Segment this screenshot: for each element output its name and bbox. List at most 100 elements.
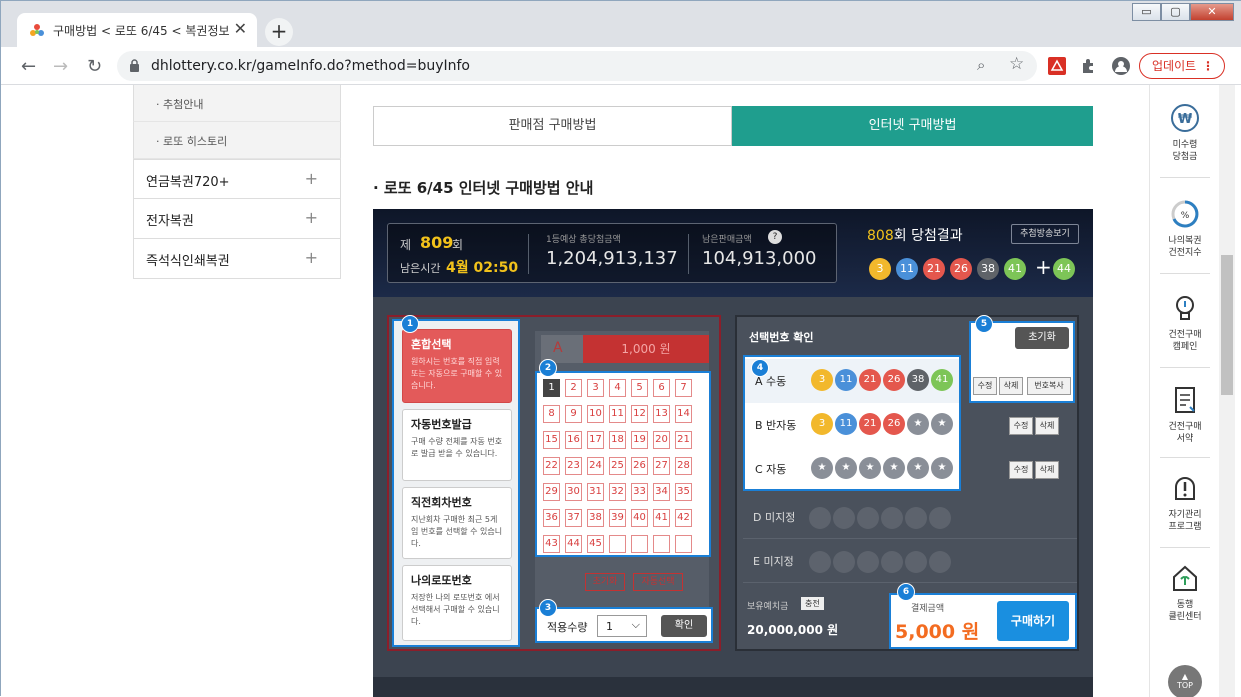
quick-item[interactable]: 자기관리 프로그램 bbox=[1150, 455, 1220, 543]
number-cell[interactable]: 7 bbox=[675, 379, 692, 397]
number-cell[interactable]: 30 bbox=[565, 483, 582, 501]
browser-tab[interactable]: 구매방법 < 로또 6/45 < 복권정보 ✕ bbox=[17, 13, 257, 47]
grid-auto-button[interactable]: 자동선택 bbox=[633, 573, 683, 591]
number-cell[interactable]: 28 bbox=[675, 457, 692, 475]
quick-item[interactable]: 동행 클린센터 bbox=[1150, 545, 1220, 633]
new-tab-button[interactable]: + bbox=[265, 18, 293, 46]
quick-item[interactable]: 건전구매 캠페인 bbox=[1150, 275, 1220, 363]
number-cell[interactable]: 33 bbox=[631, 483, 648, 501]
number-cell[interactable]: 25 bbox=[609, 457, 626, 475]
buy-button[interactable]: 구매하기 bbox=[997, 601, 1069, 641]
qty-select[interactable]: 1 ⌵ bbox=[597, 615, 647, 637]
number-cell[interactable]: 19 bbox=[631, 431, 648, 449]
number-cell[interactable]: 41 bbox=[653, 509, 670, 527]
scroll-top-button[interactable]: ▲ TOP bbox=[1168, 665, 1202, 697]
submenu-item[interactable]: · 로또 히스토리 bbox=[133, 122, 341, 159]
number-cell[interactable]: 27 bbox=[653, 457, 670, 475]
quick-item[interactable]: % 나의복권 건전지수 bbox=[1150, 181, 1220, 269]
number-cell[interactable]: 10 bbox=[587, 405, 604, 423]
option-my-numbers[interactable]: 나의로또번호 저장한 나의 로또번호 에서 선택해서 구매할 수 있습니다. bbox=[402, 565, 512, 641]
submenu-item[interactable]: · 추첨안내 bbox=[133, 85, 341, 122]
scrollbar-thumb[interactable] bbox=[1221, 255, 1233, 395]
tab-store-purchase[interactable]: 판매점 구매방법 bbox=[373, 106, 732, 146]
number-cell[interactable]: 5 bbox=[631, 379, 648, 397]
profile-avatar-icon[interactable] bbox=[1111, 56, 1131, 76]
delete-button[interactable]: 삭제 bbox=[1035, 417, 1059, 435]
number-cell[interactable]: 1 bbox=[543, 379, 560, 397]
number-cell[interactable]: 44 bbox=[565, 535, 582, 553]
plus-icon[interactable]: + bbox=[305, 208, 318, 227]
menu-item-instant[interactable]: 즉석식인쇄복권 + bbox=[133, 239, 341, 279]
minimize-button[interactable]: ▭ bbox=[1132, 3, 1161, 21]
number-cell[interactable]: 36 bbox=[543, 509, 560, 527]
number-cell[interactable]: 15 bbox=[543, 431, 560, 449]
quick-item[interactable]: ₩ 미수령 당첨금 bbox=[1150, 85, 1220, 173]
update-button[interactable]: 업데이트 ⋮ bbox=[1139, 53, 1225, 79]
menu-item-electronic[interactable]: 전자복권 + bbox=[133, 199, 341, 239]
number-cell[interactable]: 39 bbox=[609, 509, 626, 527]
tab-internet-purchase[interactable]: 인터넷 구매방법 bbox=[732, 106, 1093, 146]
scrollbar[interactable] bbox=[1219, 85, 1235, 697]
edit-button[interactable]: 수정 bbox=[1009, 417, 1033, 435]
zoom-icon[interactable]: ⌕ bbox=[977, 56, 985, 74]
number-cell[interactable]: 21 bbox=[675, 431, 692, 449]
number-cell[interactable]: 20 bbox=[653, 431, 670, 449]
back-icon[interactable]: ← bbox=[21, 56, 36, 77]
plus-icon[interactable]: + bbox=[305, 169, 318, 188]
reload-icon[interactable]: ↻ bbox=[87, 56, 102, 77]
qty-confirm-button[interactable]: 확인 bbox=[661, 615, 707, 637]
number-cell[interactable]: 2 bbox=[565, 379, 582, 397]
reset-button[interactable]: 초기화 bbox=[1015, 327, 1069, 349]
url-field[interactable]: dhlottery.co.kr/gameInfo.do?method=buyIn… bbox=[117, 51, 1037, 81]
number-cell[interactable]: 40 bbox=[631, 509, 648, 527]
draw-broadcast-button[interactable]: 추첨방송보기 bbox=[1011, 224, 1079, 244]
number-cell[interactable]: 29 bbox=[543, 483, 560, 501]
bookmark-star-icon[interactable]: ☆ bbox=[1009, 54, 1024, 74]
delete-button[interactable]: 삭제 bbox=[1035, 461, 1059, 479]
menu-item-pension[interactable]: 연금복권720+ + bbox=[133, 159, 341, 199]
help-icon[interactable]: ? bbox=[768, 230, 782, 244]
maximize-button[interactable]: ▢ bbox=[1161, 3, 1190, 21]
number-cell[interactable]: 38 bbox=[587, 509, 604, 527]
number-cell[interactable]: 16 bbox=[565, 431, 582, 449]
number-cell[interactable]: 32 bbox=[609, 483, 626, 501]
edit-button[interactable]: 수정 bbox=[973, 377, 997, 395]
number-cell[interactable]: 31 bbox=[587, 483, 604, 501]
number-cell[interactable]: 45 bbox=[587, 535, 604, 553]
number-cell[interactable]: 11 bbox=[609, 405, 626, 423]
grid-reset-button[interactable]: 초기화 bbox=[585, 573, 625, 591]
number-cell[interactable]: 43 bbox=[543, 535, 560, 553]
number-cell[interactable]: 23 bbox=[565, 457, 582, 475]
number-cell[interactable]: 18 bbox=[609, 431, 626, 449]
number-cell[interactable]: 13 bbox=[653, 405, 670, 423]
number-cell[interactable]: 17 bbox=[587, 431, 604, 449]
number-cell[interactable]: 14 bbox=[675, 405, 692, 423]
number-cell[interactable]: 8 bbox=[543, 405, 560, 423]
copy-numbers-button[interactable]: 번호복사 bbox=[1027, 377, 1071, 395]
number-cell[interactable]: 37 bbox=[565, 509, 582, 527]
option-previous[interactable]: 직전회차번호 지난회차 구매한 최근 5게임 번호를 선택할 수 있습니다. bbox=[402, 487, 512, 559]
delete-button[interactable]: 삭제 bbox=[999, 377, 1023, 395]
pdf-extension-icon[interactable] bbox=[1047, 56, 1067, 76]
number-cell[interactable]: 12 bbox=[631, 405, 648, 423]
close-window-button[interactable]: ✕ bbox=[1190, 3, 1234, 21]
edit-button[interactable]: 수정 bbox=[1009, 461, 1033, 479]
number-cell[interactable]: 42 bbox=[675, 509, 692, 527]
option-mixed[interactable]: 혼합선택 원하시는 번호를 직접 입력 또는 자동으로 구매할 수 있습니다. bbox=[402, 329, 512, 403]
plus-icon[interactable]: + bbox=[305, 248, 318, 267]
number-cell[interactable]: 34 bbox=[653, 483, 670, 501]
number-cell[interactable]: 4 bbox=[609, 379, 626, 397]
number-cell[interactable]: 35 bbox=[675, 483, 692, 501]
quick-item[interactable]: 건전구매 서약 bbox=[1150, 367, 1220, 455]
option-auto[interactable]: 자동번호발급 구매 수량 전체를 자동 번호로 발급 받을 수 있습니다. bbox=[402, 409, 512, 481]
menu-dots-icon[interactable]: ⋮ bbox=[1202, 54, 1214, 78]
number-cell[interactable]: 9 bbox=[565, 405, 582, 423]
number-cell[interactable]: 26 bbox=[631, 457, 648, 475]
tab-close-icon[interactable]: ✕ bbox=[234, 19, 247, 38]
extensions-puzzle-icon[interactable] bbox=[1079, 56, 1099, 76]
number-cell[interactable]: 24 bbox=[587, 457, 604, 475]
charge-button[interactable]: 충전 bbox=[801, 597, 824, 610]
number-cell[interactable]: 3 bbox=[587, 379, 604, 397]
forward-icon[interactable]: → bbox=[53, 56, 68, 77]
number-cell[interactable]: 6 bbox=[653, 379, 670, 397]
